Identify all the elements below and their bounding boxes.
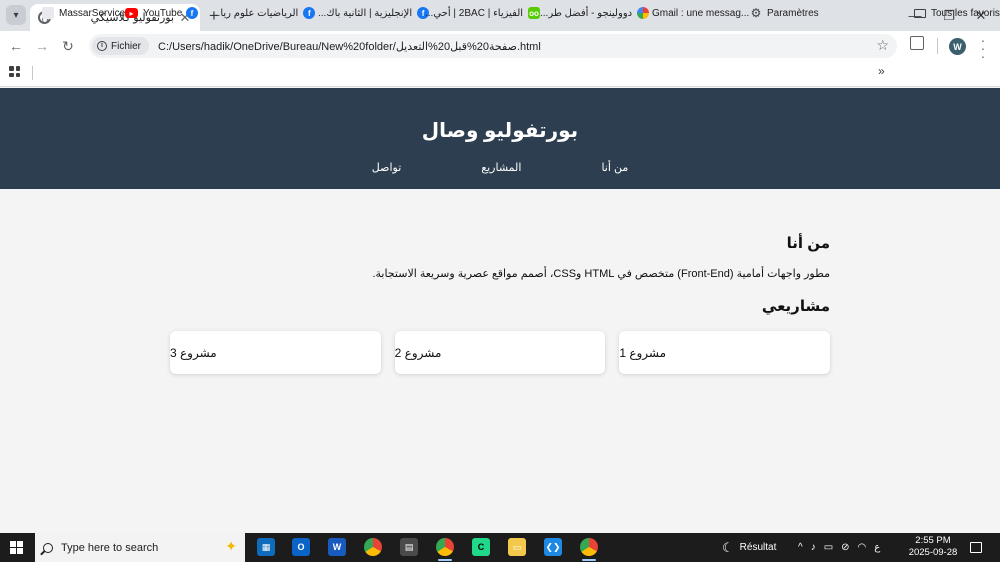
bookmark-item[interactable]: ⚙ Paramètres — [750, 6, 819, 20]
site-header: بورتفوليو وصال من أنا المشاريع تواصل — [0, 88, 1000, 189]
bookmark-star-icon[interactable]: ☆ — [876, 37, 889, 54]
duolingo-icon: oo — [528, 7, 541, 19]
apps-grid-icon[interactable] — [9, 66, 20, 77]
bookmark-label: Gmail : une messag... — [652, 7, 750, 19]
bookmark-item[interactable]: الفيزياء | 2BAC | أحي... oo — [425, 6, 541, 20]
bookmark-label: الإنجليزية | الثانية باك... — [318, 7, 413, 19]
taskbar-search-placeholder: Type here to search — [61, 541, 159, 554]
url-text[interactable]: C:/Users/hadik/OneDrive/Bureau/New%20fol… — [158, 40, 541, 53]
projects-grid: مشروع 1 مشروع 2 مشروع 3 — [169, 331, 830, 374]
input-language[interactable]: ع — [874, 542, 880, 553]
all-bookmarks-label: Tous les favoris — [931, 7, 1000, 19]
search-icon — [43, 542, 53, 553]
massar-icon — [42, 7, 54, 19]
copilot-sparkle-icon: ✦ — [225, 538, 237, 554]
arrow-left-icon: ← — [9, 38, 23, 54]
projects-heading: مشاريعي — [761, 298, 830, 315]
bookmark-label: MassarService — [59, 7, 126, 19]
facebook-icon: f — [186, 7, 198, 19]
project-card[interactable]: مشروع 3 — [169, 331, 381, 374]
forward-button[interactable]: → — [32, 36, 52, 56]
battery-icon[interactable]: ▭ — [824, 542, 833, 553]
site-info-label: Fichier — [111, 40, 142, 52]
bookmark-label: دوولينجو - أفضل طر... — [540, 7, 633, 19]
project-card[interactable]: مشروع 1 — [619, 331, 830, 374]
camtasia-icon[interactable]: C — [472, 538, 490, 556]
gear-icon: ⚙ — [750, 6, 762, 20]
microsoft-store-icon[interactable]: ▦ — [257, 538, 275, 556]
back-button[interactable]: ← — [6, 36, 26, 56]
file-explorer-icon[interactable]: ▭ — [508, 538, 526, 556]
arrow-right-icon: → — [35, 38, 49, 54]
nav-link-projects[interactable]: المشاريع — [481, 161, 521, 174]
reload-icon: ↻ — [62, 37, 74, 54]
speaker-icon[interactable]: ♪ — [811, 542, 816, 553]
calculator-icon[interactable]: ▤ — [400, 538, 418, 556]
weather-icon: ☾ — [722, 539, 734, 555]
about-text: مطور واجهات أمامية (Front-End) متخصص في … — [372, 268, 830, 280]
chrome-active-icon[interactable] — [580, 538, 598, 556]
bookmark-item[interactable]: ▸ YouTube — [125, 6, 182, 20]
profile-avatar[interactable]: W — [949, 38, 966, 55]
bookmark-label: YouTube — [143, 7, 183, 19]
taskbar-search-box[interactable]: Type here to search ✦ — [35, 533, 245, 562]
facebook-icon: f — [303, 7, 316, 19]
site-title: بورتفوليو وصال — [421, 120, 579, 142]
browser-toolbar: ← → ↻ i Fichier C:/Users/hadik/OneDrive/… — [0, 31, 1000, 61]
bookmarks-divider — [32, 66, 33, 80]
bookmark-item[interactable]: دوولينجو - أفضل طر... — [540, 6, 650, 20]
bookmark-label: الرياضيات علوم ريا... — [212, 7, 299, 19]
all-bookmarks-button[interactable]: Tous les favoris — [914, 6, 1000, 20]
project-card[interactable]: مشروع 2 — [394, 331, 606, 374]
bookmark-item[interactable]: الإنجليزية | الثانية باك... f — [318, 6, 430, 20]
bookmarks-bar — [0, 61, 1000, 87]
taskbar-clock[interactable]: 2:55 PM 2025-09-28 — [904, 535, 962, 559]
google-icon — [637, 7, 650, 19]
chrome-icon[interactable] — [364, 538, 382, 556]
bookmark-item[interactable]: MassarService — [42, 6, 125, 20]
windows-taskbar: Type here to search ✦ ▦ O W ▤ C ▭ ❮❯ ☾ R… — [0, 533, 1000, 562]
bookmark-item[interactable]: الرياضيات علوم ريا... f — [212, 6, 316, 20]
word-icon[interactable]: W — [328, 538, 346, 556]
about-heading: من أنا — [786, 235, 830, 252]
wifi-icon[interactable]: ◠ — [858, 542, 867, 553]
chevron-down-icon: ▾ — [13, 9, 19, 21]
nav-link-contact[interactable]: تواصل — [372, 161, 401, 174]
toolbar-divider — [937, 38, 938, 54]
windows-start-icon[interactable] — [10, 541, 23, 554]
bookmark-item[interactable]: Gmail : une messag... — [652, 6, 749, 20]
app-running-indicator — [582, 559, 596, 561]
site-nav: من أنا المشاريع تواصل — [0, 161, 1000, 174]
info-icon: i — [97, 41, 107, 51]
address-bar[interactable]: i Fichier C:/Users/hadik/OneDrive/Bureau… — [89, 34, 897, 58]
bookmarks-overflow-button[interactable]: » — [878, 64, 885, 78]
vscode-icon[interactable]: ❮❯ — [544, 538, 562, 556]
nav-link-about[interactable]: من أنا — [601, 161, 628, 174]
clock-time: 2:55 PM — [915, 535, 951, 546]
youtube-icon: ▸ — [125, 8, 138, 18]
outlook-icon[interactable]: O — [292, 538, 310, 556]
chrome-profile-icon[interactable] — [436, 538, 454, 556]
site-info-chip[interactable]: i Fichier — [92, 37, 150, 55]
tray-chevron-up-icon[interactable]: ^ — [798, 542, 803, 553]
notification-center-icon[interactable] — [970, 542, 982, 553]
bookmark-label: الفيزياء | 2BAC | أحي... — [425, 7, 524, 19]
bookmark-label: Paramètres — [767, 7, 819, 19]
system-tray: ^ ♪ ▭ ⊘ ◠ ع — [798, 533, 880, 562]
weather-label: Résultat — [739, 542, 777, 553]
mic-muted-icon[interactable]: ⊘ — [841, 542, 849, 553]
web-page: بورتفوليو وصال من أنا المشاريع تواصل من … — [0, 88, 1000, 533]
extensions-puzzle-icon[interactable] — [910, 36, 924, 50]
kebab-menu-icon[interactable]: · · · — [978, 33, 988, 63]
app-running-indicator — [438, 559, 452, 561]
reload-button[interactable]: ↻ — [58, 36, 78, 56]
tab-search-button[interactable]: ▾ — [6, 5, 26, 25]
bookmark-item[interactable]: f — [186, 6, 198, 20]
folder-icon — [914, 8, 926, 18]
clock-date: 2025-09-28 — [908, 547, 958, 558]
weather-widget[interactable]: ☾ Résultat — [722, 533, 776, 562]
